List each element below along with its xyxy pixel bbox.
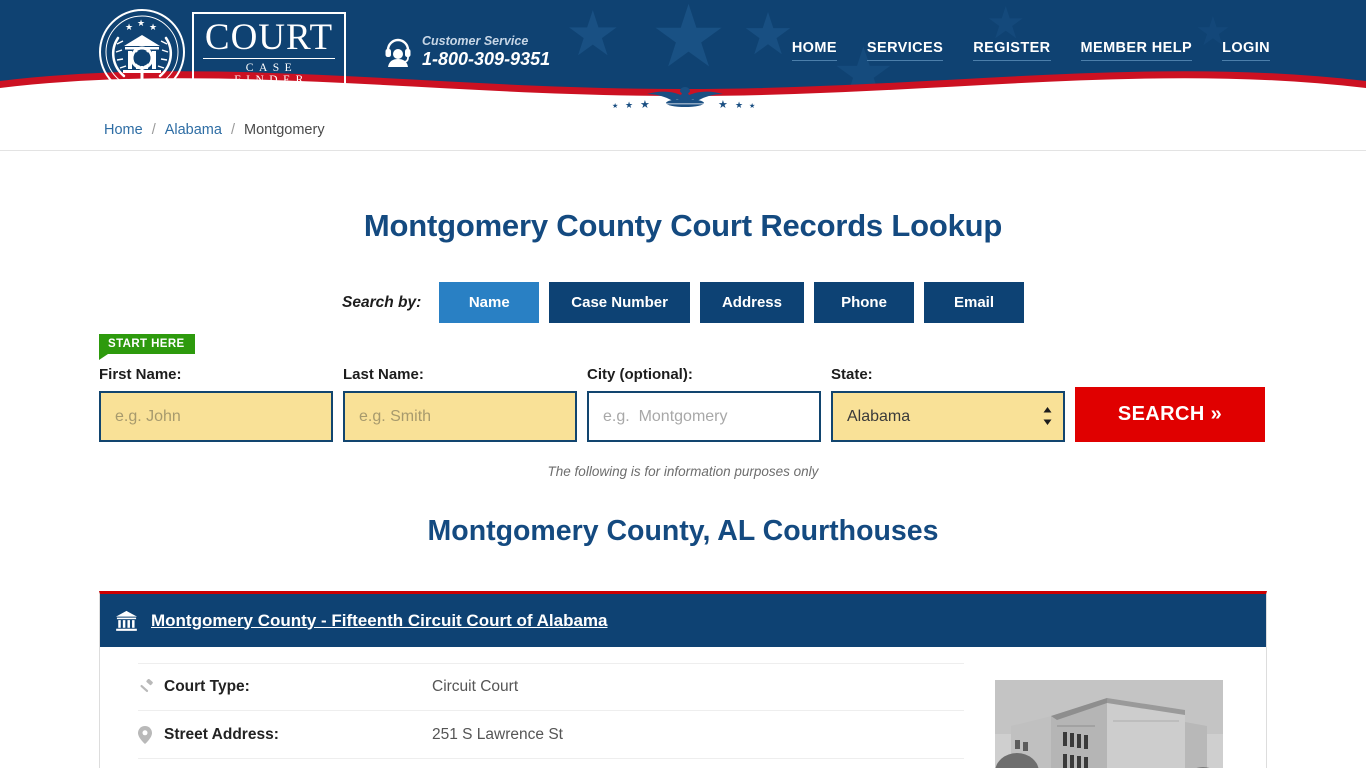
state-label: State:: [831, 366, 873, 383]
customer-service-label: Customer Service: [422, 34, 529, 48]
courthouse-card: Montgomery County - Fifteenth Circuit Co…: [99, 591, 1267, 768]
last-name-input[interactable]: [343, 391, 577, 442]
city-label: City (optional):: [587, 366, 693, 383]
svg-text:★: ★: [625, 101, 633, 110]
courthouse-title-link[interactable]: Montgomery County - Fifteenth Circuit Co…: [151, 611, 607, 631]
nav-item-login[interactable]: LOGIN: [1222, 40, 1270, 61]
svg-text:★: ★: [125, 23, 133, 33]
tab-email[interactable]: Email: [924, 282, 1024, 323]
customer-service-phone[interactable]: 1-800-309-9351: [422, 49, 550, 69]
tab-phone[interactable]: Phone: [814, 282, 914, 323]
page-title: Montgomery County Court Records Lookup: [363, 208, 1003, 243]
svg-text:★: ★: [718, 98, 728, 110]
detail-label-street-address: Street Address:: [164, 725, 279, 743]
detail-value-court-type: Circuit Court: [432, 678, 519, 695]
state-field-group: State: Alabama: [831, 366, 1065, 442]
eagle-emblem-icon: ★ ★ ★ ★ ★ ★: [612, 87, 755, 110]
search-by-tabs: Search by: Name Case Number Address Phon…: [0, 282, 1366, 323]
gavel-icon: [138, 679, 164, 695]
search-by-label: Search by:: [342, 293, 422, 311]
breadcrumb-item-alabama[interactable]: Alabama: [165, 122, 222, 138]
svg-text:★: ★: [749, 102, 755, 110]
start-here-badge: START HERE: [99, 334, 195, 360]
tab-name[interactable]: Name: [439, 282, 540, 323]
breadcrumb-item-montgomery: Montgomery: [243, 122, 325, 138]
breadcrumb-item-home[interactable]: Home: [104, 122, 143, 138]
court-seal-icon: ★ ★ ★: [99, 9, 185, 95]
headset-support-icon: [385, 38, 411, 67]
first-name-label: First Name:: [99, 366, 182, 383]
logo-wordmark: COURT CASE FINDER: [192, 12, 346, 92]
page-content: Montgomery County Court Records Lookup S…: [0, 151, 1366, 768]
breadcrumb-separator: /: [151, 122, 156, 138]
nav-item-home[interactable]: HOME: [791, 40, 837, 61]
detail-row-court-type: Court Type: Circuit Court: [138, 663, 964, 711]
city-field-group: City (optional):: [587, 366, 821, 442]
tab-case-number[interactable]: Case Number: [549, 282, 690, 323]
courthouse-details-list: Court Type: Circuit Court Street Address…: [100, 663, 976, 768]
svg-text:★: ★: [137, 19, 145, 29]
logo-brand-top: COURT: [203, 17, 335, 59]
detail-label-court-type: Court Type:: [164, 678, 250, 695]
breadcrumb: Home / Alabama / Montgomery: [0, 110, 1366, 151]
customer-service-block: Customer Service 1-800-309-9351: [384, 34, 550, 69]
site-logo[interactable]: ★ ★ ★ COURT CASE FINDER: [98, 8, 346, 96]
site-header: ★ ★ ★ ★ ★ ★ ★ ★ ★ ★ ★ ★ ★ ★ ★ COURT CASE…: [0, 0, 1366, 110]
city-input[interactable]: [587, 391, 821, 442]
svg-text:★: ★: [735, 101, 743, 110]
nav-item-register[interactable]: REGISTER: [973, 40, 1051, 61]
first-name-input[interactable]: [99, 391, 333, 442]
detail-row-city: City: Montgomery: [138, 759, 964, 768]
courthouse-card-header: Montgomery County - Fifteenth Circuit Co…: [100, 594, 1266, 647]
bank-courthouse-icon: [115, 610, 138, 631]
detail-row-street-address: Street Address: 251 S Lawrence St: [138, 711, 964, 759]
first-name-field-group: First Name:: [99, 366, 333, 442]
state-select[interactable]: Alabama: [831, 391, 1065, 442]
svg-text:★: ★: [149, 23, 157, 33]
courthouses-section-title: Montgomery County, AL Courthouses: [427, 515, 939, 547]
svg-text:★: ★: [640, 98, 650, 110]
nav-item-services[interactable]: SERVICES: [866, 40, 944, 61]
last-name-field-group: Last Name:: [343, 366, 577, 442]
breadcrumb-separator: /: [230, 122, 235, 138]
main-navigation: HOME SERVICES REGISTER MEMBER HELP LOGIN: [791, 40, 1270, 61]
courthouse-photo-container: [976, 663, 1266, 768]
detail-value-street-address: 251 S Lawrence St: [432, 725, 563, 743]
logo-brand-bottom: CASE FINDER: [234, 62, 309, 86]
search-form: START HERE First Name: Last Name: City (…: [99, 323, 1267, 442]
courthouse-building-photo: [995, 680, 1223, 768]
nav-item-member-help[interactable]: MEMBER HELP: [1080, 40, 1193, 61]
courthouse-card-body: Court Type: Circuit Court Street Address…: [100, 647, 1266, 768]
svg-text:★: ★: [612, 102, 618, 110]
last-name-label: Last Name:: [343, 366, 424, 383]
map-pin-icon: [138, 725, 164, 744]
info-purposes-note: The following is for information purpose…: [547, 464, 819, 479]
search-button[interactable]: SEARCH »: [1075, 387, 1265, 442]
tab-address[interactable]: Address: [699, 282, 804, 323]
